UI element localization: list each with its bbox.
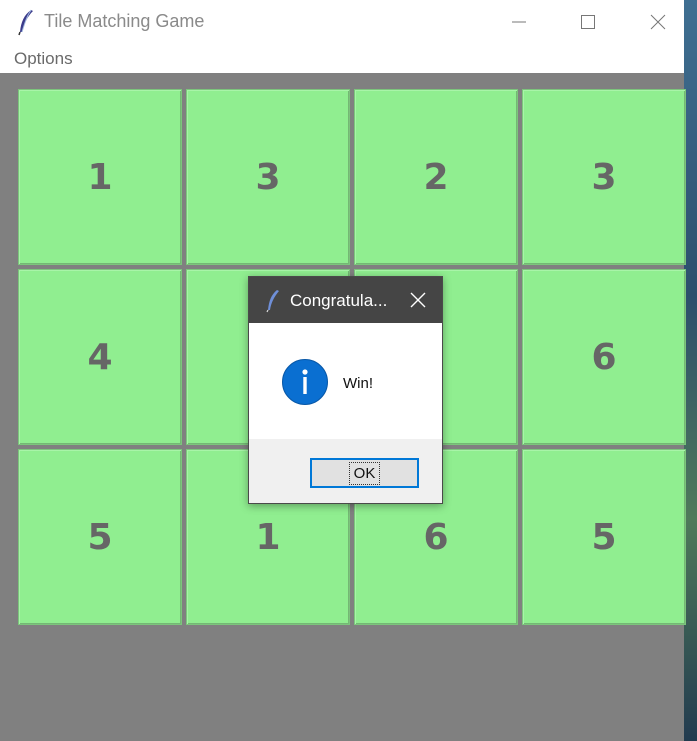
feather-icon [266,290,279,313]
maximize-button[interactable] [565,0,611,44]
window-title: Tile Matching Game [44,11,205,31]
info-glyph [302,369,308,394]
maximize-icon [581,15,595,29]
close-button[interactable] [635,0,681,44]
ok-button-label: OK [348,461,381,485]
tile[interactable]: 5 [18,449,182,625]
close-icon [410,292,426,308]
tile[interactable]: 5 [522,449,686,625]
dialog-title-bar[interactable]: Congratula... [249,277,442,323]
minimize-button[interactable] [496,0,542,44]
menu-bar: Options [0,44,684,73]
minimize-icon [512,21,526,23]
ok-button[interactable]: OK [310,458,419,488]
dialog-message: Win! [343,375,373,392]
title-bar[interactable]: Tile Matching Game [0,0,684,44]
tile[interactable]: 1 [18,89,182,265]
tile[interactable]: 4 [18,269,182,445]
dialog-title: Congratula... [290,291,388,310]
close-icon [650,14,666,30]
message-dialog: Congratula... Win! OK [248,276,443,504]
tile[interactable]: 3 [522,89,686,265]
feather-icon [18,9,33,36]
menu-options[interactable]: Options [14,49,73,69]
tile[interactable]: 2 [354,89,518,265]
dialog-close-button[interactable] [407,289,429,311]
tile[interactable]: 3 [186,89,350,265]
tile[interactable]: 6 [522,269,686,445]
info-icon [282,359,328,405]
